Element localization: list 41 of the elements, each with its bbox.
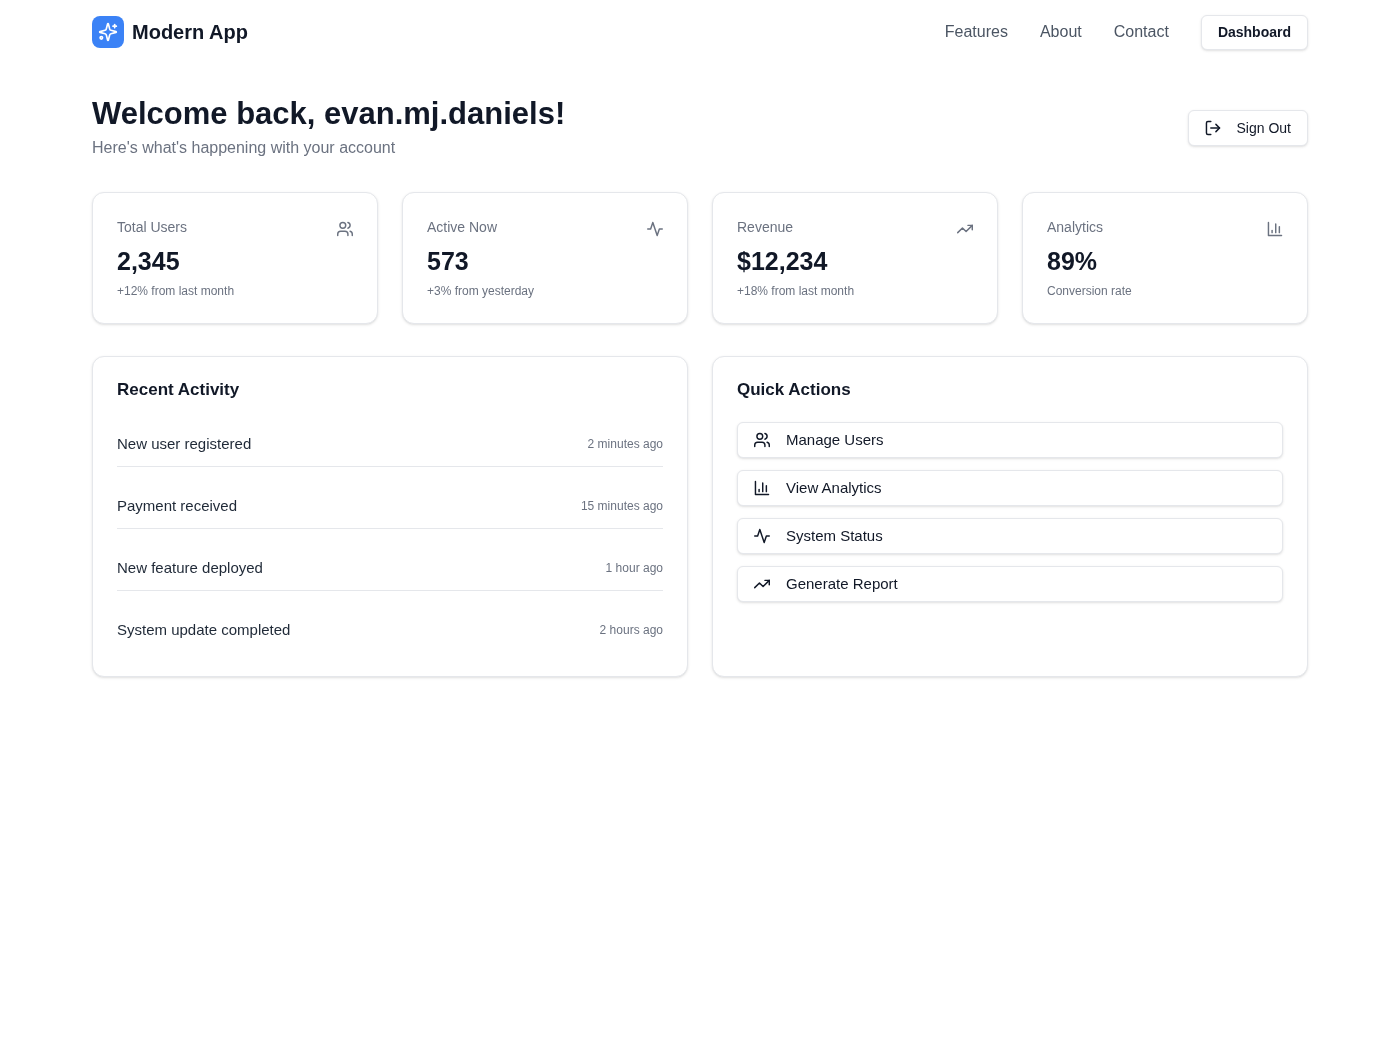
activity-time: 2 minutes ago [587,436,663,452]
stat-note: +3% from yesterday [427,283,536,299]
card-title: Recent Activity [117,379,241,401]
stat-value: $12,234 [737,246,829,277]
activity-text: New feature deployed [117,558,263,578]
activity-text: Payment received [117,496,238,516]
activity-text: New user registered [117,434,252,454]
sparkle-logo-icon [92,16,124,48]
stat-note: +12% from last month [117,283,236,299]
stat-value: 573 [427,246,470,277]
stat-label: Active Now [427,218,498,237]
sign-out-button[interactable]: Sign Out [1187,110,1308,146]
users-icon [337,221,353,237]
welcome-subtitle: Here's what's happening with your account [92,138,397,158]
users-icon [754,432,770,448]
stat-value: 2,345 [117,246,181,277]
quick-action-button[interactable]: Manage Users [737,422,1283,458]
quick-action-button[interactable]: View Analytics [737,470,1283,506]
pulse-line-icon [754,528,770,544]
quick-action-button[interactable]: System Status [737,518,1283,554]
bar-chart-icon [754,480,770,496]
stat-note: Conversion rate [1047,283,1133,299]
activity-time: 1 hour ago [605,560,663,576]
stat-label: Analytics [1047,218,1104,237]
quick-action-button[interactable]: Generate Report [737,566,1283,602]
nav-link[interactable]: Features [944,20,1008,44]
activity-text: System update completed [117,620,291,640]
bar-chart-icon [1267,221,1283,237]
dashboard-button[interactable]: Dashboard [1200,14,1308,50]
activity-time: 2 hours ago [599,622,663,638]
stat-label: Total Users [117,218,188,237]
activity-time: 15 minutes ago [580,498,663,514]
stat-value: 89% [1047,246,1099,277]
welcome-heading: Welcome back, evan.mj.daniels! [92,96,566,132]
card-title: Quick Actions [737,379,852,401]
stat-note: +18% from last month [737,283,856,299]
nav-link[interactable]: Contact [1113,20,1169,44]
pulse-line-icon [647,221,663,237]
nav-link[interactable]: About [1039,20,1082,44]
brand-name: Modern App [132,20,248,45]
stat-label: Revenue [737,218,794,237]
